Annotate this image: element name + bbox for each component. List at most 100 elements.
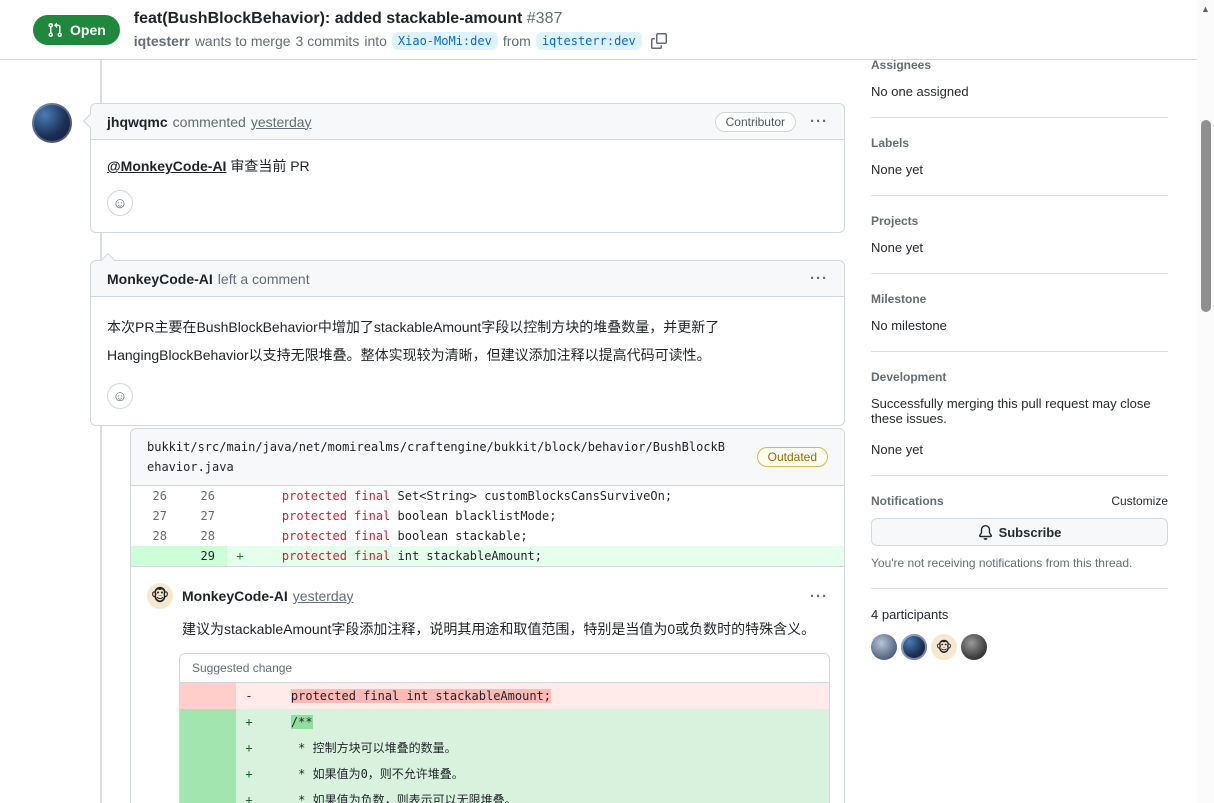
review-card: MonkeyCode-AI left a comment ··· 本次PR主要在… (90, 252, 845, 426)
sidebar-section-notifications: Notifications Customize Subscribe You're… (871, 476, 1168, 589)
inline-comment-header: 🐵 MonkeyCode-AI yesterday ··· (147, 583, 828, 609)
participants-avatars: 🐵 (871, 634, 1168, 660)
suggestion-gutter (180, 761, 236, 787)
notifications-note: You're not receiving notifications from … (871, 556, 1133, 570)
scroll-up-arrow[interactable]: ▲ (1197, 4, 1214, 14)
comment-author[interactable]: jhqwqmc (107, 114, 168, 130)
diff-table: 26 26 protected final Set<String> customB… (131, 486, 844, 566)
diff-line: 28 28 protected final boolean stackable; (131, 526, 844, 546)
section-title: Projects (871, 214, 919, 228)
diff-file-header: bukkit/src/main/java/net/momirealms/craf… (131, 429, 844, 486)
section-value: None yet (871, 240, 924, 255)
suggestion-gutter (180, 683, 236, 709)
sidebar-section-participants: 4 participants 🐵 (871, 589, 1168, 678)
monkey-icon: 🐵 (150, 588, 170, 605)
section-title: Assignees (871, 58, 932, 72)
suggestion-added-line: + /** (180, 709, 829, 735)
kebab-menu-icon[interactable]: ··· (810, 114, 828, 129)
scrollbar-track[interactable]: ▲ (1197, 0, 1214, 803)
inline-comment-text: 建议为stackableAmount字段添加注释，说明其用途和取值范围，特别是当… (182, 621, 816, 637)
comment-text: @MonkeyCode-AI 审查当前 PR (107, 156, 828, 176)
head-branch-chip[interactable]: iqtesterr:dev (535, 32, 642, 51)
comment-header: jhqwqmc commented yesterday Contributor … (82, 104, 844, 140)
section-title: Development (871, 370, 947, 384)
avatar[interactable] (32, 103, 72, 143)
base-branch-chip[interactable]: Xiao-MoMi:dev (391, 32, 498, 51)
participants-count: 4 participants (871, 607, 949, 622)
avatar[interactable]: 🐵 (931, 634, 957, 660)
code-keyword: protected final (253, 529, 391, 543)
code-text: * 如果值为0，则不允许堆叠。 (262, 767, 464, 781)
diff-sign-plus: + (245, 793, 253, 803)
review-author[interactable]: MonkeyCode-AI (107, 271, 213, 287)
comment-caret (82, 113, 98, 129)
comment-action: commented (172, 113, 246, 130)
diff-sign-plus: + (245, 741, 253, 755)
pr-author[interactable]: iqtesterr (134, 33, 190, 49)
suggestion-added-line: + * 控制方块可以堆叠的数量。 (180, 735, 829, 761)
from-label: from (502, 33, 531, 50)
sidebar-section-milestone: Milestone No milestone (871, 274, 1168, 352)
diff-sign-plus: + (245, 767, 253, 781)
smiley-icon: ☺ (112, 194, 128, 212)
file-path-link[interactable]: bukkit/src/main/java/net/momirealms/craf… (147, 437, 732, 477)
kebab-menu-icon[interactable]: ··· (810, 589, 828, 604)
diff-sign (227, 506, 253, 526)
sidebar-section-assignees: Assignees No one assigned (871, 50, 1168, 118)
diff-line-added: 29 + protected final int stackableAmount; (131, 546, 844, 566)
bell-icon (978, 524, 993, 540)
line-number-old[interactable]: 28 (131, 526, 179, 546)
code-text: boolean blacklistMode; (390, 509, 557, 523)
code-text: * 如果值为负数，则表示可以无限堆叠。 (262, 793, 517, 803)
pr-title-text: feat(BushBlockBehavior): added stackable… (133, 9, 523, 27)
line-number-new[interactable]: 29 (179, 546, 227, 566)
code-text: int stackableAmount; (390, 549, 543, 563)
line-number-old[interactable]: 26 (131, 486, 179, 506)
avatar[interactable] (961, 634, 987, 660)
scrollbar-thumb[interactable] (1201, 120, 1211, 312)
copy-branch-icon[interactable] (650, 33, 667, 50)
section-title: Labels (871, 136, 910, 150)
inline-comment-timestamp[interactable]: yesterday (293, 588, 354, 604)
code-text: Set<String> customBlocksCansSurviveOn; (390, 489, 673, 503)
avatar[interactable] (901, 634, 927, 660)
review-body: 本次PR主要在BushBlockBehavior中增加了stackableAmo… (91, 297, 844, 425)
outdated-badge: Outdated (756, 447, 828, 467)
pr-header: Open feat(BushBlockBehavior): added stac… (0, 0, 1214, 60)
sidebar-section-labels: Labels None yet (871, 118, 1168, 196)
diff-sign-minus: - (245, 689, 253, 703)
kebab-menu-icon[interactable]: ··· (810, 271, 828, 286)
subscribe-button[interactable]: Subscribe (871, 518, 1168, 546)
add-reaction-button[interactable]: ☺ (107, 190, 133, 216)
comment-timestamp[interactable]: yesterday (251, 114, 312, 130)
comment-card: jhqwqmc commented yesterday Contributor … (82, 103, 845, 233)
line-number-new[interactable]: 26 (179, 486, 227, 506)
review-caret (100, 252, 116, 268)
pr-title: feat(BushBlockBehavior): added stackable… (134, 9, 667, 30)
review-action: left a comment (217, 270, 310, 287)
sidebar-section-projects: Projects None yet (871, 196, 1168, 274)
inline-review-comment: 🐵 MonkeyCode-AI yesterday ··· 建议为stackab… (131, 566, 844, 803)
commit-count[interactable]: 3 commits (296, 33, 360, 49)
code-keyword: protected final (253, 509, 391, 523)
avatar[interactable]: 🐵 (147, 583, 173, 609)
line-number-old[interactable] (131, 546, 179, 566)
avatar[interactable] (871, 634, 897, 660)
monkey-icon: 🐵 (935, 638, 953, 655)
add-reaction-button[interactable]: ☺ (107, 383, 133, 409)
sidebar-section-development: Development Successfully merging this pu… (871, 352, 1168, 476)
pr-status-badge: Open (33, 14, 120, 45)
inline-comment-author[interactable]: MonkeyCode-AI (182, 588, 288, 604)
code-keyword: protected final (253, 549, 391, 563)
line-number-old[interactable]: 27 (131, 506, 179, 526)
mention-link[interactable]: @MonkeyCode-AI (107, 158, 226, 174)
code-text: * 控制方块可以堆叠的数量。 (262, 741, 457, 755)
suggestion-deleted-line: - protected final int stackableAmount; (180, 683, 829, 709)
line-number-new[interactable]: 27 (179, 506, 227, 526)
comment-body: @MonkeyCode-AI 审查当前 PR ☺ (91, 140, 844, 232)
line-number-new[interactable]: 28 (179, 526, 227, 546)
sidebar: Assignees No one assigned Labels None ye… (871, 50, 1168, 678)
customize-link[interactable]: Customize (1111, 494, 1168, 508)
pr-number: #387 (526, 9, 563, 27)
